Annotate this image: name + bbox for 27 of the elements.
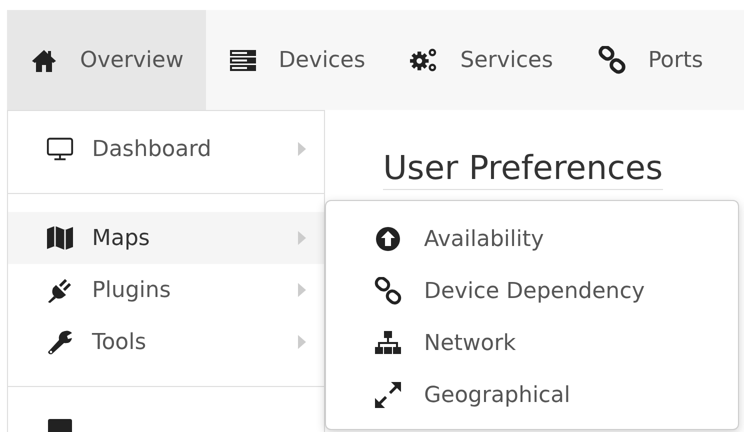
menu-item-label: Maps [92,226,151,250]
menu-item[interactable]: Maps [8,212,324,264]
plug-icon [46,276,74,304]
map-icon [46,224,74,252]
menu-item[interactable]: Plugins [8,264,324,316]
menu-item[interactable]: Dashboard [8,123,324,175]
menu-item-label: Dashboard [92,136,212,162]
nav-tab[interactable]: Services [387,10,576,110]
chain-link-icon [598,46,626,74]
menu-item-label: Plugins [92,278,172,302]
expand-arrows-icon [374,381,402,409]
menu-item[interactable]: Device Dependency [326,265,738,317]
nav-tab[interactable]: Devices [206,10,388,110]
chain-link-icon [374,277,402,305]
monitor-icon [46,135,74,163]
menu-item-label: Tools [92,330,148,354]
arrow-up-circle-icon [374,225,402,253]
menu-item[interactable]: Availability [326,213,738,265]
nav-tab[interactable]: Overview [7,10,206,110]
page-heading: User Preferences [383,148,663,190]
nav-tab[interactable]: Ports [575,10,726,110]
gears-icon [410,46,438,74]
menu-item[interactable]: Network [326,317,738,369]
wrench-icon [46,328,74,356]
menu-item[interactable]: Geographical [326,369,738,421]
menu-item[interactable]: Tools [8,316,324,368]
sitemap-icon [374,329,402,357]
